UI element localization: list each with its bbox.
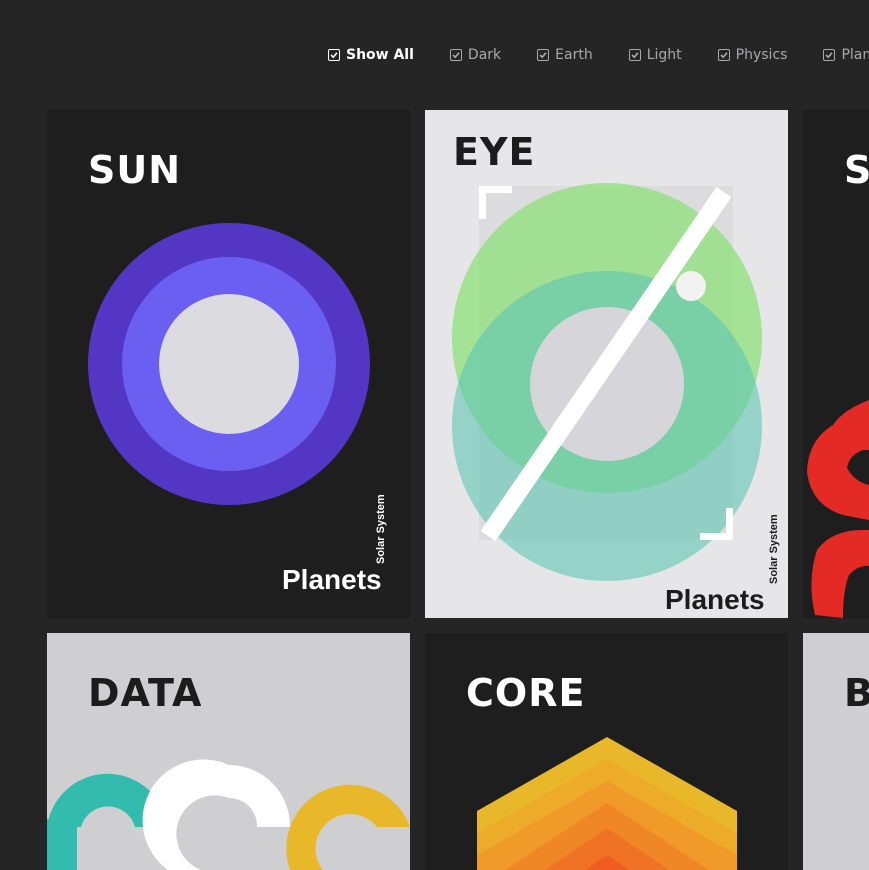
card-footer: Planets [282,564,382,595]
card-sun[interactable]: SUN Solar System Planets [47,110,410,618]
card-title: B [844,671,869,715]
card-eye[interactable]: EYE Solar System Planets [425,110,788,618]
eye-art [452,183,762,581]
checkbox-icon [449,49,462,61]
portfolio-viewport: Show All Dark Earth Light Physics Planet… [0,0,869,870]
filter-earth[interactable]: Earth [537,47,593,63]
card-subtitle: Solar System [768,514,780,584]
card-sixth[interactable]: B [803,633,869,870]
filter-dark[interactable]: Dark [449,47,502,63]
checkbox-icon [717,49,730,61]
red-shapes-art [807,400,869,618]
checkbox-icon [328,49,340,61]
sun-rings-art [88,223,370,505]
data-arcs-art [47,759,410,870]
card-data[interactable]: DATA [47,633,410,870]
checkbox-icon [823,49,836,61]
filter-planets[interactable]: Planets [823,47,869,63]
filter-label: Show All [346,47,414,63]
checkbox-icon [537,49,550,61]
card-footer: Planets [665,584,765,615]
card-subtitle: Solar System [375,494,387,564]
filter-light[interactable]: Light [628,47,682,63]
filter-label: Dark [467,47,502,63]
card-core[interactable]: CORE [425,633,788,870]
card-title: EYE [453,130,536,174]
core-layers-art [477,737,737,870]
filter-label: Physics [735,47,788,63]
filter-label: Earth [555,47,593,63]
filter-label: Planets [841,47,869,63]
filter-bar: Show All Dark Earth Light Physics Planet… [328,47,869,63]
filter-show-all[interactable]: Show All [328,47,414,63]
filter-label: Light [646,47,682,63]
filter-physics[interactable]: Physics [717,47,788,63]
card-third[interactable]: S [803,110,869,618]
checkbox-icon [628,49,641,61]
